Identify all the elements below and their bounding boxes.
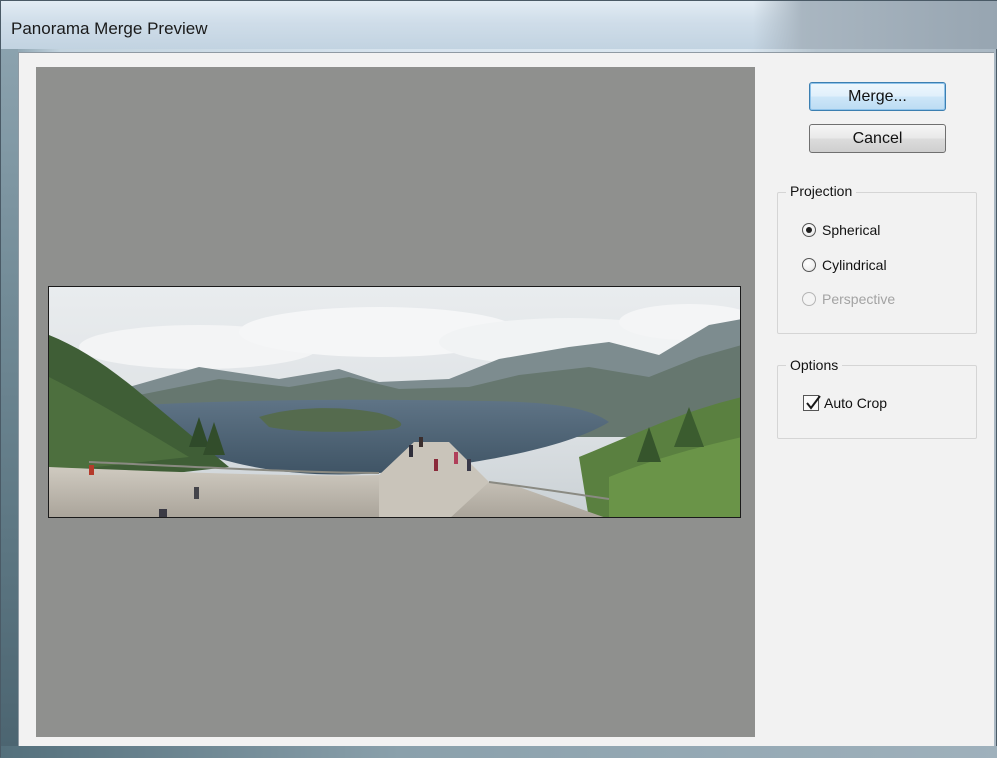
- window-frame-left: [1, 49, 18, 758]
- window-frame-bottom: [1, 746, 997, 758]
- panorama-merge-dialog: Panorama Merge Preview Merge... Cancel P…: [0, 0, 997, 758]
- options-group-label: Options: [786, 357, 843, 373]
- radio-button[interactable]: [802, 258, 816, 272]
- radio-cylindrical-label: Cylindrical: [822, 257, 887, 273]
- projection-group-label: Projection: [786, 183, 857, 199]
- window-title: Panorama Merge Preview: [11, 19, 208, 38]
- radio-spherical[interactable]: Spherical: [802, 222, 880, 238]
- radio-perspective: Perspective: [802, 291, 895, 307]
- title-bar[interactable]: Panorama Merge Preview: [1, 1, 997, 49]
- cancel-button[interactable]: Cancel: [809, 124, 946, 153]
- panorama-image-graphic: [49, 287, 740, 517]
- radio-button-disabled: [802, 292, 816, 306]
- checkmark-icon: [806, 395, 821, 410]
- auto-crop-label: Auto Crop: [824, 395, 888, 411]
- checkbox-checked[interactable]: [803, 395, 821, 411]
- radio-spherical-label: Spherical: [822, 222, 881, 238]
- panorama-preview-image: [48, 286, 741, 518]
- radio-perspective-label: Perspective: [822, 291, 896, 307]
- radio-cylindrical[interactable]: Cylindrical: [802, 257, 887, 273]
- radio-button-selected[interactable]: [802, 223, 816, 237]
- auto-crop-checkbox[interactable]: Auto Crop: [803, 395, 887, 411]
- merge-button[interactable]: Merge...: [809, 82, 946, 111]
